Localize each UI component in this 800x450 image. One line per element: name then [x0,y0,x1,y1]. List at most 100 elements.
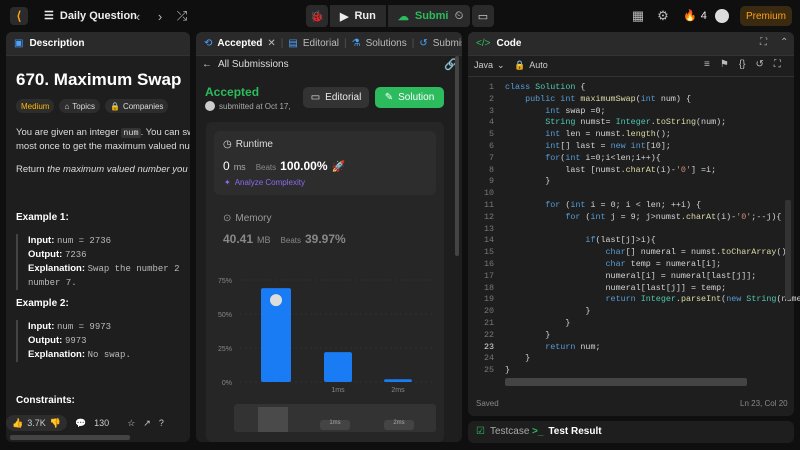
play-icon: ▶ [340,10,349,23]
code-line: int swap =0; [545,105,606,116]
code-line: char[] numeral = numst.toCharArray(); [605,247,792,258]
maximize-icon[interactable]: ⛶ [760,37,767,48]
line-number: 8 [488,164,494,175]
topics-chip[interactable]: ⌂ Topics [59,99,100,113]
horizontal-scrollbar[interactable] [10,435,130,440]
braces-icon[interactable]: {} [739,59,746,70]
runtime-distribution-chart: 75% 50% 25% 0% 1ms 2ms [218,278,436,394]
terminal-icon: >_ [532,426,544,437]
thumbs-up-icon: 👍 [12,417,24,428]
shuffle-icon[interactable]: ⤮ [174,8,190,24]
line-number: 3 [488,105,494,116]
premium-button[interactable]: Premium [740,6,792,26]
avatar[interactable] [715,9,729,23]
notes-icon[interactable]: ▭ [472,5,494,27]
code-line: for (int j = 9; j>numst.charAt(i)-'0';--… [565,211,782,222]
prev-problem-icon[interactable]: ‹ [130,8,146,24]
code-hscrollbar[interactable] [505,378,747,386]
line-number: 22 [483,329,494,340]
constraints-title: Constraints: [16,395,75,406]
cursor-position: Ln 23, Col 20 [740,399,788,408]
collapse-icon[interactable]: ⌃ [780,37,788,48]
code-line: numeral[last[j]] = temp; [505,282,727,293]
code-line: } [505,365,511,376]
line-number: 1 [488,82,494,92]
line-number: 25 [483,365,494,376]
code-line: for(int i=0;i<len;i++){ [545,152,661,163]
arrow-left-icon: ← [202,59,212,70]
tab-accepted[interactable]: Accepted [217,38,262,49]
vertical-scrollbar[interactable] [455,56,459,256]
leetcode-logo[interactable]: ⟨ [10,7,28,25]
console-tabs: ☑ Testcase >_ Test Result [468,421,794,443]
tab-code[interactable]: Code [496,38,521,49]
tab-submissions[interactable]: Submissions [433,38,462,49]
edit-icon: ✎ [384,92,394,103]
run-button[interactable]: ▶ Run [330,5,386,27]
tab-description[interactable]: Description [29,38,84,49]
reset-icon[interactable]: ↺ [756,59,764,70]
clock-icon: ◷ [223,139,232,150]
tab-solutions[interactable]: Solutions [366,38,407,49]
line-number: 19 [483,294,494,305]
fullscreen-icon[interactable]: ⛶ [774,59,781,70]
chart-bar[interactable] [324,352,352,382]
streak-counter[interactable]: 🔥 4 [683,9,707,23]
like-button[interactable]: 👍 3.7K 👎 [6,415,67,431]
history-icon: ↺ [419,38,428,49]
comment-icon[interactable]: 💬 [75,418,86,429]
code-line: numeral[i] = numeral[last[j]]; [505,270,757,281]
align-left-icon[interactable]: ≡ [704,59,710,70]
example-1-title: Example 1: [16,212,69,223]
line-number: 21 [483,318,494,328]
cloud-upload-icon: ☁ [397,10,409,23]
bookmark-icon[interactable]: ⚑ [720,59,729,70]
top-bar: ⟨ ☰ Daily Question ‹ › ⤮ 🐞 ▶ Run ☁ Submit ⏲… [0,0,800,32]
tab-editorial[interactable]: Editorial [303,38,339,49]
example-1-block: Input: num = 2736 Output: 7236 Explanati… [16,234,179,290]
timer-icon[interactable]: ⏲ [448,5,470,27]
solution-button[interactable]: ✎ Solution [375,87,444,108]
code-line: } [505,329,551,340]
memory-card[interactable]: ⊙ Memory [223,213,272,224]
auto-mode[interactable]: 🔒 Auto [514,60,548,71]
code-line: int len = numst.length(); [545,129,671,140]
example-2-title: Example 2: [16,298,69,309]
chevron-down-icon: ⌄ [497,60,505,70]
lock-icon: 🔒 [514,60,526,70]
code-line: } [505,176,551,187]
debug-button[interactable]: 🐞 [306,5,328,27]
help-icon[interactable]: ? [159,418,164,428]
back-to-submissions[interactable]: ← All Submissions [202,59,289,70]
editorial-button[interactable]: ▭ Editorial [303,87,369,108]
share-icon[interactable]: ↗ [143,418,151,429]
y-tick-label: 75% [218,278,232,285]
layout-grid-icon[interactable]: ▦ [630,8,646,24]
line-number: 4 [488,117,494,128]
fire-icon: 🔥 [683,10,697,22]
tab-testcase[interactable]: ☑ Testcase [476,426,529,437]
flask-icon: ⟲ [204,38,213,49]
problem-list-button[interactable]: ☰ Daily Question [44,9,137,23]
book-icon: ▭ [310,92,321,103]
language-select[interactable]: Java ⌄ [474,60,505,71]
analyze-complexity-link[interactable]: ✦ Analyze Complexity [224,178,305,187]
close-tab-icon[interactable]: ✕ [267,38,275,49]
next-problem-icon[interactable]: › [152,8,168,24]
chart-bar[interactable] [384,379,412,382]
star-icon[interactable]: ☆ [127,418,135,429]
tag-icon: ⌂ [64,101,70,111]
problem-title[interactable]: 670. Maximum Swap [16,70,181,90]
settings-gear-icon[interactable]: ⚙ [655,8,671,24]
code-line: int[] last = new int[10]; [545,141,671,151]
line-number: 7 [488,152,494,163]
tab-test-result[interactable]: >_ Test Result [532,426,602,437]
y-tick-label: 25% [218,346,232,353]
x-tick-label: 1ms [331,387,345,394]
companies-chip[interactable]: 🔒 Companies [104,99,169,113]
chart-range-slider[interactable]: 1ms 2ms [234,404,436,432]
code-vscrollbar[interactable] [785,200,791,300]
line-number: 14 [483,235,494,246]
line-number: 24 [483,353,494,364]
line-number: 18 [483,282,494,293]
